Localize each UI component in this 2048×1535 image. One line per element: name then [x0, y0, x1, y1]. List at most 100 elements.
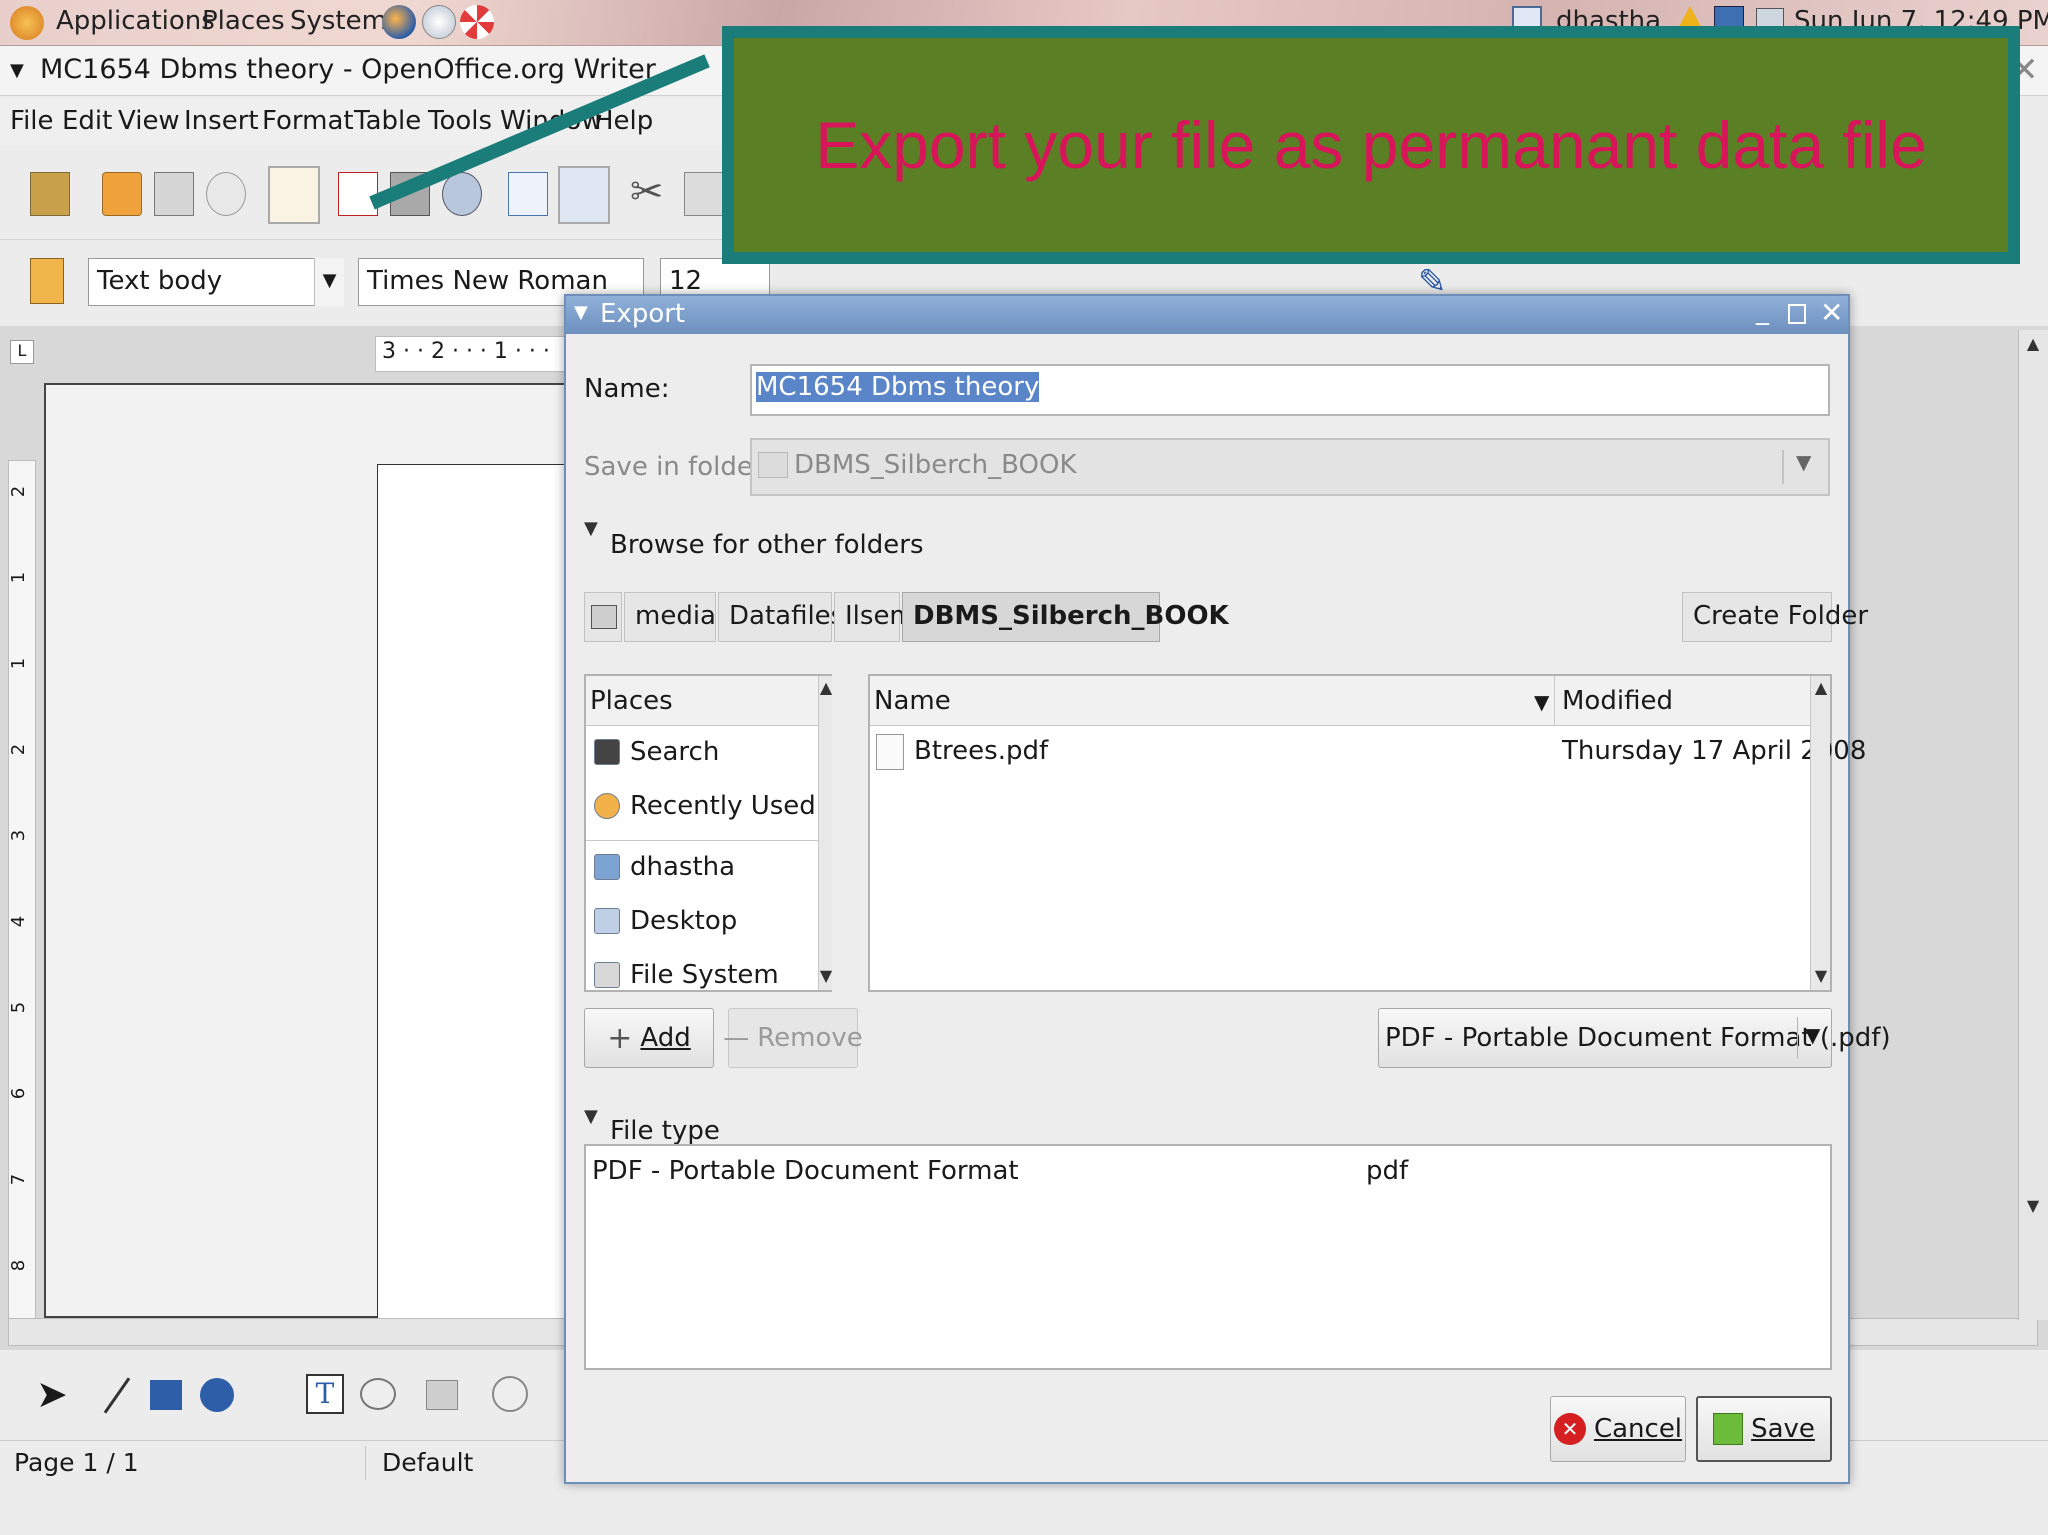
font-size-value: 12: [669, 266, 703, 296]
file-filter-combo[interactable]: PDF - Portable Document Format (.pdf) ▼: [1378, 1008, 1891, 1068]
ruler-mark: 8: [8, 1259, 30, 1272]
auto-spellcheck-icon[interactable]: [558, 166, 610, 224]
place-label: dhastha: [630, 852, 736, 882]
file-row[interactable]: Btrees.pdf Thursday 17 April 2008: [870, 730, 1866, 774]
copy-icon[interactable]: [684, 172, 724, 216]
ruler-mark: 7: [8, 1173, 30, 1186]
places-header[interactable]: Places: [586, 676, 818, 726]
ellipse-tool-icon[interactable]: [200, 1378, 234, 1412]
vertical-scrollbar[interactable]: ▲ ▼: [2018, 330, 2048, 1320]
save-button[interactable]: Save: [1696, 1396, 1832, 1462]
name-label: Name:: [584, 374, 670, 404]
window-menu-icon[interactable]: ▼: [10, 60, 24, 81]
add-label: Add: [640, 1023, 691, 1053]
name-input[interactable]: MC1654 Dbms theory: [750, 364, 1830, 416]
mail-icon[interactable]: [422, 5, 456, 39]
menu-format[interactable]: Format: [262, 106, 354, 136]
menu-edit[interactable]: Edit: [62, 106, 112, 136]
place-recently-used[interactable]: Recently Used: [586, 786, 818, 826]
dialog-menu-icon[interactable]: ▼: [574, 302, 588, 323]
scroll-up-icon[interactable]: ▲: [2023, 334, 2043, 353]
path-media-button[interactable]: media: [624, 592, 716, 642]
paragraph-style-combo[interactable]: Text body: [88, 258, 344, 306]
styles-icon[interactable]: [30, 258, 64, 304]
cancel-button[interactable]: ✕ Cancel: [1550, 1396, 1686, 1462]
basic-shapes-icon[interactable]: [426, 1380, 458, 1410]
save-icon[interactable]: [154, 172, 194, 216]
edit-mode-icon[interactable]: [268, 166, 320, 224]
scroll-up-icon[interactable]: ▲: [819, 678, 833, 697]
path-current-button[interactable]: DBMS_Silberch_BOOK: [902, 592, 1229, 642]
callout-tool-icon[interactable]: [360, 1378, 396, 1410]
filetype-expander-icon[interactable]: ▼: [584, 1106, 598, 1127]
add-place-button[interactable]: + Add: [584, 1008, 714, 1068]
firefox-icon[interactable]: [382, 5, 416, 39]
scroll-down-icon[interactable]: ▼: [819, 966, 833, 985]
status-page: Page 1 / 1: [6, 1446, 366, 1480]
cut-icon[interactable]: ✂: [630, 172, 670, 216]
paragraph-style-arrow[interactable]: ▼: [314, 258, 344, 306]
place-search[interactable]: Search: [586, 732, 818, 772]
ruler-mark: 1: [8, 571, 30, 584]
filetype-row[interactable]: PDF - Portable Document Format pdf: [586, 1152, 1826, 1192]
minimize-icon[interactable]: _: [1756, 296, 1769, 326]
vertical-ruler: 2 1 1 2 3 4 5 6 7 8: [8, 460, 36, 1320]
place-file-system[interactable]: File System: [586, 955, 818, 995]
place-desktop[interactable]: Desktop: [586, 901, 818, 941]
places-scrollbar[interactable]: ▲ ▼: [818, 676, 832, 990]
spellcheck-icon[interactable]: [508, 172, 548, 216]
rectangle-tool-icon[interactable]: [150, 1380, 182, 1410]
help-icon[interactable]: [460, 5, 494, 39]
browse-expander-label[interactable]: Browse for other folders: [610, 530, 924, 560]
new-document-icon[interactable]: [30, 172, 70, 216]
close-icon[interactable]: ✕: [1820, 296, 1843, 329]
scroll-down-icon[interactable]: ▼: [2023, 1196, 2043, 1215]
filetype-extension: pdf: [1366, 1156, 1409, 1186]
places-divider: [586, 840, 818, 841]
save-in-folder-value: DBMS_Silberch_BOOK: [794, 450, 1077, 480]
files-scrollbar[interactable]: ▲ ▼: [1810, 676, 1830, 990]
menu-file[interactable]: File: [10, 106, 54, 136]
browse-expander-icon[interactable]: ▼: [584, 518, 598, 539]
scroll-down-icon[interactable]: ▼: [1813, 966, 1829, 985]
select-pointer-icon[interactable]: ➤: [36, 1372, 68, 1416]
create-folder-button[interactable]: Create Folder: [1682, 592, 1868, 642]
sort-descending-icon[interactable]: ▼: [1534, 690, 1549, 714]
filetype-expander-label[interactable]: File type: [610, 1116, 720, 1146]
ruler-mark: 2: [8, 485, 30, 498]
filetype-name: PDF - Portable Document Format: [592, 1156, 1019, 1186]
menu-bar: File Edit View Insert Format Table Tools…: [0, 98, 730, 146]
dialog-title: Export: [600, 299, 686, 329]
places-menu[interactable]: Places: [202, 6, 285, 36]
column-modified-header[interactable]: Modified: [1562, 686, 1673, 716]
name-input-value: MC1654 Dbms theory: [756, 372, 1040, 402]
menu-tools[interactable]: Tools: [428, 106, 492, 136]
system-menu[interactable]: System: [290, 6, 387, 36]
document-page[interactable]: [377, 464, 577, 1319]
menu-insert[interactable]: Insert: [184, 106, 259, 136]
remove-place-button: — Remove: [723, 1008, 863, 1068]
files-pane: Name ▼ Modified Btrees.pdf Thursday 17 A…: [868, 674, 1866, 992]
minus-icon: —: [723, 1023, 750, 1053]
open-folder-icon[interactable]: [102, 172, 142, 216]
menu-table[interactable]: Table: [354, 106, 421, 136]
applications-menu[interactable]: Applications: [56, 6, 215, 36]
text-tool-icon[interactable]: T: [306, 1374, 344, 1414]
maximize-icon[interactable]: [1788, 304, 1806, 324]
path-datafiles-button[interactable]: Datafiles: [718, 592, 844, 642]
place-dhastha[interactable]: dhastha: [586, 847, 818, 887]
symbol-shapes-icon[interactable]: [492, 1376, 528, 1412]
filter-dropdown-icon: ▼: [1805, 1023, 1821, 1047]
email-icon[interactable]: [206, 172, 246, 216]
gnome-foot-icon: [10, 6, 44, 40]
menu-view[interactable]: View: [118, 106, 180, 136]
print-preview-icon[interactable]: [442, 172, 482, 216]
ruler-mark: 3: [8, 829, 30, 842]
scroll-up-icon[interactable]: ▲: [1813, 678, 1829, 697]
tab-stop-icon[interactable]: L: [10, 340, 34, 364]
ruler-mark: 2: [8, 743, 30, 756]
column-name-header[interactable]: Name: [874, 686, 951, 716]
place-label: Recently Used: [630, 791, 816, 821]
path-ilsem-button[interactable]: Ilsem: [834, 592, 915, 642]
path-root-button[interactable]: [584, 592, 622, 642]
